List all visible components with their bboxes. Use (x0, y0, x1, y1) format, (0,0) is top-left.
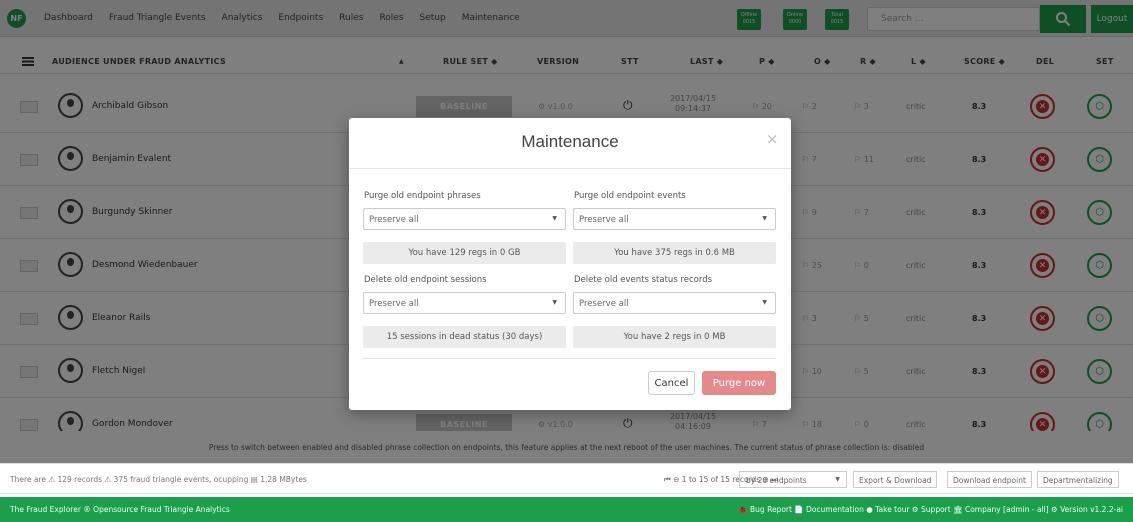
chevron-down-icon: ▼ (835, 476, 840, 483)
departmentalizing-button[interactable]: Departmentalizing (1037, 471, 1119, 488)
per-page-value: by 20 endpoints (746, 476, 807, 485)
purge-events-label: Purge old endpoint events (574, 191, 686, 201)
select-value: Preserve all (369, 215, 419, 225)
delete-sessions-select[interactable]: Preserve all ▼ (363, 292, 566, 314)
select-value: Preserve all (579, 215, 629, 225)
purge-phrases-label: Purge old endpoint phrases (364, 191, 481, 201)
sessions-info: 15 sessions in dead status (30 days) (363, 326, 566, 348)
download-endpoint-button[interactable]: Download endpoint (947, 471, 1032, 488)
export-download-button[interactable]: Export & Download (853, 471, 938, 488)
divider (349, 168, 791, 169)
divider (363, 358, 776, 359)
per-page-select[interactable]: by 20 endpoints ▼ (739, 471, 847, 488)
chevron-down-icon: ▼ (762, 299, 767, 306)
delete-status-records-label: Delete old events status records (574, 275, 713, 285)
purge-events-select[interactable]: Preserve all ▼ (573, 208, 776, 230)
select-value: Preserve all (579, 299, 629, 309)
modal-title: Maintenance (521, 132, 619, 151)
records-summary: There are ⚠ 129 records ⚠ 375 fraud tria… (10, 475, 307, 484)
footer: The Fraud Explorer ® Opensource Fraud Tr… (0, 497, 1133, 522)
chevron-down-icon: ▼ (552, 215, 557, 222)
chevron-down-icon: ▼ (762, 215, 767, 222)
close-icon[interactable]: × (766, 130, 779, 148)
purge-phrases-select[interactable]: Preserve all ▼ (363, 208, 566, 230)
chevron-down-icon: ▼ (552, 299, 557, 306)
delete-status-records-select[interactable]: Preserve all ▼ (573, 292, 776, 314)
cancel-button[interactable]: Cancel (648, 371, 695, 395)
phrases-info: You have 129 regs in 0 GB (363, 242, 566, 264)
status-bar: There are ⚠ 129 records ⚠ 375 fraud tria… (0, 463, 1133, 494)
footer-links[interactable]: 🐞 Bug Report 📄 Documentation ● Take tour… (738, 505, 1123, 514)
footer-brand[interactable]: The Fraud Explorer ® Opensource Fraud Tr… (10, 505, 230, 514)
select-value: Preserve all (369, 299, 419, 309)
events-info: You have 375 regs in 0.6 MB (573, 242, 776, 264)
delete-sessions-label: Delete old endpoint sessions (364, 275, 487, 285)
status-records-info: You have 2 regs in 0 MB (573, 326, 776, 348)
purge-now-button[interactable]: Purge now (702, 371, 776, 395)
maintenance-modal: Maintenance × Purge old endpoint phrases… (349, 118, 791, 410)
